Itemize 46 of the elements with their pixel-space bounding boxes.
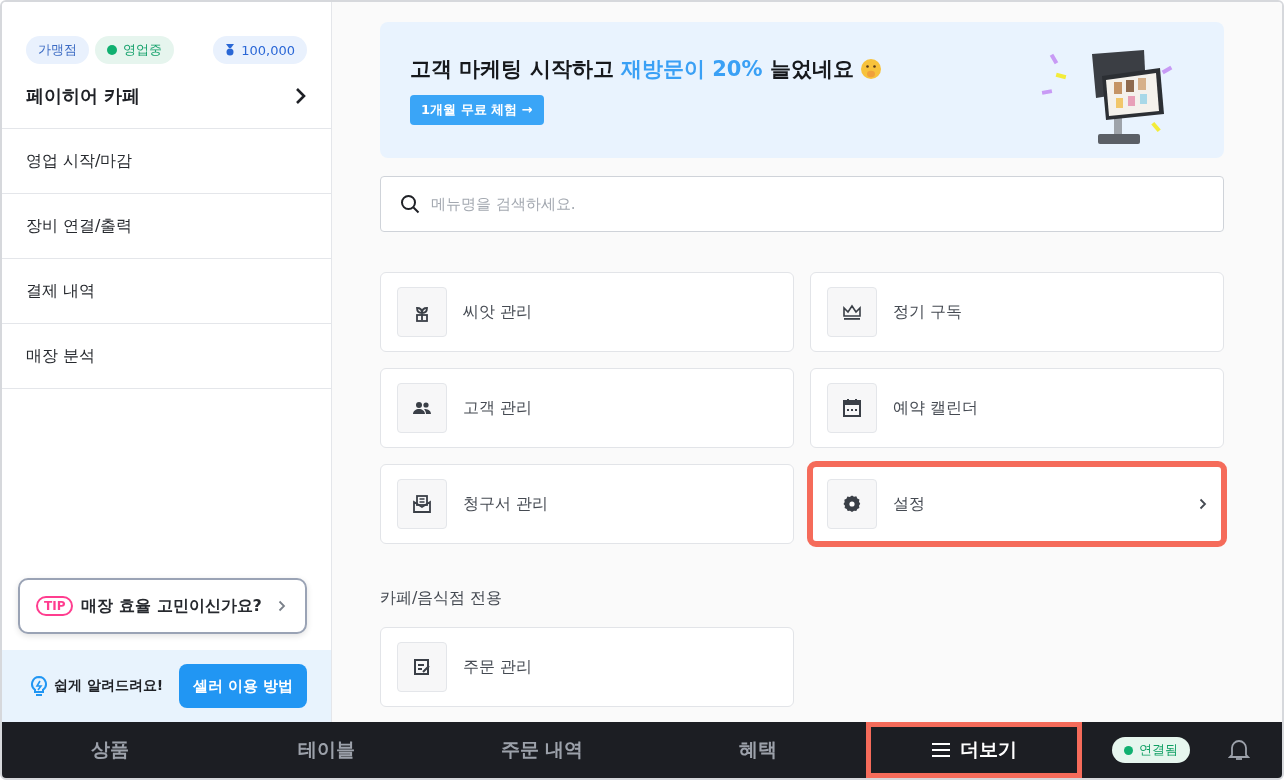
chevron-right-icon[interactable] xyxy=(295,87,307,105)
nav-tab[interactable]: 상품 xyxy=(2,722,218,778)
nav-tab[interactable]: 더보기 xyxy=(866,722,1082,778)
menu-card[interactable]: 고객 관리 xyxy=(380,368,794,448)
calendar-icon xyxy=(840,396,864,420)
nav-tab[interactable]: 혜택 xyxy=(650,722,866,778)
medal-icon xyxy=(225,44,236,56)
store-type-badge: 가맹점 xyxy=(26,36,89,64)
menu-icon xyxy=(931,742,950,758)
envelope-icon xyxy=(410,492,434,516)
nav-tab[interactable]: 테이블 xyxy=(218,722,434,778)
points-badge: 100,000 xyxy=(213,36,307,64)
menu-label: 정기 구독 xyxy=(893,301,964,323)
menu-card[interactable]: 정기 구독 xyxy=(810,272,1224,352)
sidebar-item[interactable]: 영업 시작/마감 xyxy=(2,129,331,194)
menu-card[interactable]: 설정 xyxy=(810,464,1224,544)
section-title: 카페/음식점 전용 xyxy=(380,588,504,609)
face-emoji-icon xyxy=(859,58,882,80)
bell-icon[interactable] xyxy=(1228,738,1250,762)
tip-card[interactable]: TIP 매장 효율 고민이신가요? xyxy=(18,578,307,634)
menu-card[interactable]: 예약 캘린더 xyxy=(810,368,1224,448)
menu-label: 예약 캘린더 xyxy=(893,397,980,419)
sidebar-item[interactable]: 결제 내역 xyxy=(2,259,331,324)
menu-card[interactable]: 청구서 관리 xyxy=(380,464,794,544)
connection-status-badge: 연결됨 xyxy=(1112,737,1190,763)
nav-tab[interactable]: 주문 내역 xyxy=(434,722,650,778)
menu-card[interactable]: 씨앗 관리 xyxy=(380,272,794,352)
tip-badge: TIP xyxy=(36,596,74,616)
banner-headline: 고객 마케팅 시작하고 재방문이 20% 늘었네요 xyxy=(410,56,854,83)
tip-text: 매장 효율 고민이신가요? xyxy=(81,595,262,617)
menu-card[interactable]: 주문 관리 xyxy=(380,627,794,707)
chevron-right-icon xyxy=(1199,498,1207,510)
store-name: 페이히어 카페 xyxy=(26,84,141,108)
lightbulb-icon xyxy=(30,675,48,697)
menu-label: 설정 xyxy=(893,493,926,515)
help-text: 쉽게 알려드려요! xyxy=(54,677,164,695)
chevron-right-icon xyxy=(277,600,286,612)
search-icon xyxy=(400,194,420,214)
menu-label: 청구서 관리 xyxy=(463,493,550,515)
business-status-badge: 영업중 xyxy=(95,36,174,64)
sidebar-item[interactable]: 매장 분석 xyxy=(2,324,331,389)
menu-label: 주문 관리 xyxy=(463,656,534,678)
search-field[interactable]: 메뉴명을 검색하세요. xyxy=(380,176,1224,232)
sidebar-item[interactable]: 장비 연결/출력 xyxy=(2,194,331,259)
menu-label: 고객 관리 xyxy=(463,397,534,419)
menu-label: 씨앗 관리 xyxy=(463,301,534,323)
